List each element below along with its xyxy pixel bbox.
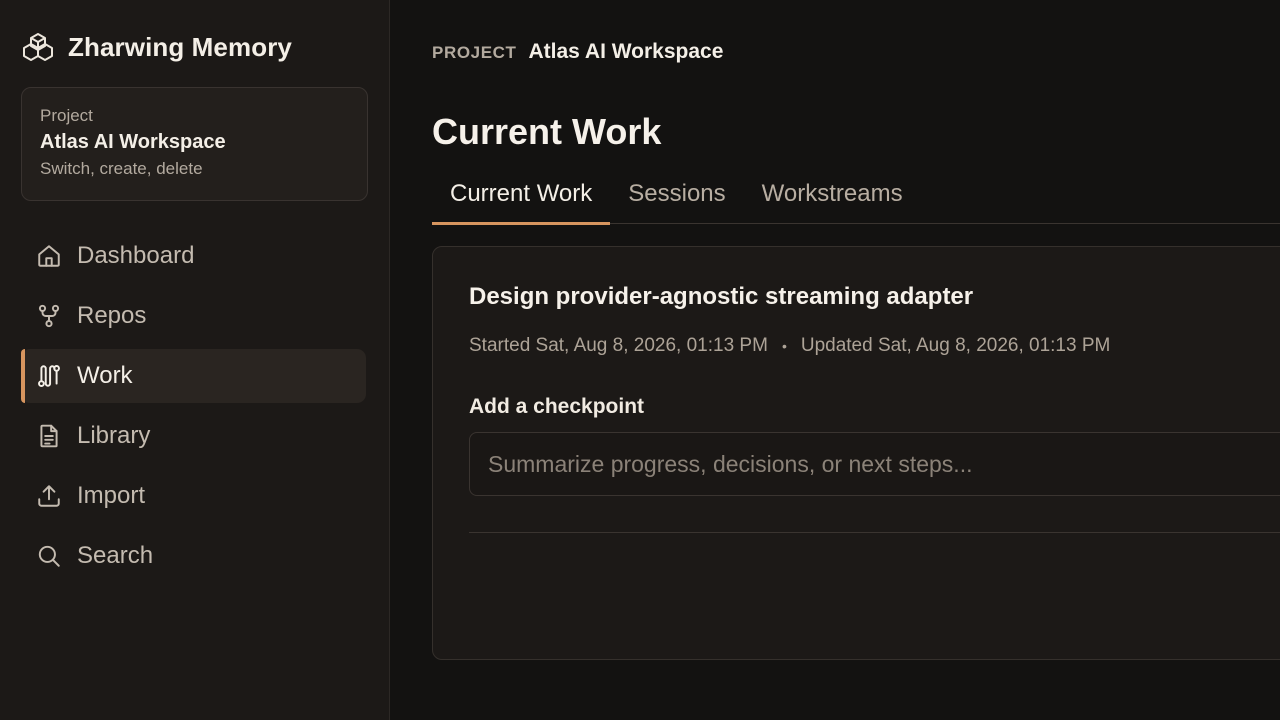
project-switcher-title: Atlas AI Workspace xyxy=(40,131,226,153)
work-item-title: Design provider-agnostic streaming adapt… xyxy=(469,283,974,310)
work-item-meta: Started Sat, Aug 8, 2026, 01:13 PM • Upd… xyxy=(469,335,1280,357)
sidebar-item-work[interactable]: Work xyxy=(21,349,366,403)
cubes-logo-icon xyxy=(21,30,55,64)
project-switcher-subtitle: Switch, create, delete xyxy=(40,159,203,178)
started-timestamp: Started Sat, Aug 8, 2026, 01:13 PM xyxy=(469,335,768,356)
sidebar-item-search[interactable]: Search xyxy=(21,529,366,583)
sidebar-item-label: Dashboard xyxy=(77,242,195,269)
project-switcher-label: Project xyxy=(40,106,93,125)
sidebar-item-repos[interactable]: Repos xyxy=(21,289,366,343)
document-icon xyxy=(35,422,63,450)
sidebar-nav: Dashboard Repos Work Library Import Sear… xyxy=(21,229,369,583)
app-root: Zharwing Memory Project Atlas AI Workspa… xyxy=(0,0,1280,720)
work-item-card: Design provider-agnostic streaming adapt… xyxy=(432,246,1280,660)
upload-icon xyxy=(35,482,63,510)
app-name: Zharwing Memory xyxy=(68,31,292,62)
tab-bar: Current Work Sessions Workstreams xyxy=(432,174,1280,225)
search-icon xyxy=(35,542,63,570)
sidebar-item-import[interactable]: Import xyxy=(21,469,366,523)
breadcrumb: PROJECT Atlas AI Workspace xyxy=(432,40,1280,68)
sidebar: Zharwing Memory Project Atlas AI Workspa… xyxy=(0,0,390,720)
sidebar-item-dashboard[interactable]: Dashboard xyxy=(21,229,366,283)
sidebar-item-label: Library xyxy=(77,422,151,449)
sidebar-item-label: Repos xyxy=(77,302,147,329)
page-title: Current Work xyxy=(432,111,662,152)
breadcrumb-project: Atlas AI Workspace xyxy=(528,40,724,63)
workflow-icon xyxy=(35,362,63,390)
sidebar-item-label: Import xyxy=(77,482,146,509)
sidebar-item-label: Search xyxy=(77,542,154,569)
breadcrumb-key: PROJECT xyxy=(432,43,517,62)
tab-sessions[interactable]: Sessions xyxy=(610,174,743,224)
updated-timestamp: Updated Sat, Aug 8, 2026, 01:13 PM xyxy=(800,335,1111,356)
project-switcher[interactable]: Project Atlas AI Workspace Switch, creat… xyxy=(21,87,368,201)
main-content: PROJECT Atlas AI Workspace Current Work … xyxy=(390,0,1280,720)
meta-separator: • xyxy=(781,338,787,354)
git-fork-icon xyxy=(35,302,63,330)
tab-workstreams[interactable]: Workstreams xyxy=(744,174,921,224)
sidebar-item-label: Work xyxy=(77,362,133,389)
brand: Zharwing Memory xyxy=(21,28,369,66)
sidebar-item-library[interactable]: Library xyxy=(21,409,366,463)
tab-current-work[interactable]: Current Work xyxy=(432,174,611,225)
checkpoint-label: Add a checkpoint xyxy=(469,395,645,418)
checkpoint-input[interactable] xyxy=(469,432,1280,496)
divider xyxy=(469,532,1280,533)
home-icon xyxy=(35,242,63,270)
